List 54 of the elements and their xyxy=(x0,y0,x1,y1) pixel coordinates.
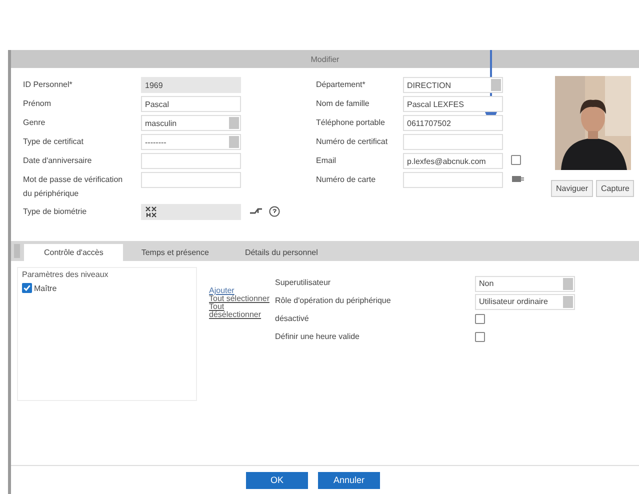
checkbox[interactable] xyxy=(22,283,32,293)
input-field[interactable] xyxy=(403,134,503,150)
checkbox-label: Maître xyxy=(34,284,57,292)
link[interactable]: Tout sélectionner xyxy=(209,295,275,303)
field-label: Superutilisateur xyxy=(275,277,332,289)
field-label: Téléphone portable xyxy=(316,117,386,129)
dropdown[interactable]: Non xyxy=(475,276,575,292)
field-label: Email xyxy=(316,155,338,167)
field-label: Prénom xyxy=(23,98,52,110)
scroll-left-icon[interactable] xyxy=(14,244,20,258)
tab[interactable]: Détails du personnel xyxy=(226,244,336,261)
help-icon[interactable] xyxy=(269,206,280,216)
link[interactable]: Tout désélectionner xyxy=(209,303,275,319)
field-label: Définir une heure valide xyxy=(275,331,360,343)
field-label: désactivé xyxy=(275,313,310,325)
photo-button[interactable]: Capture xyxy=(596,180,634,197)
dropdown[interactable]: DIRECTION xyxy=(403,77,503,93)
input-field[interactable]: 1969 xyxy=(141,77,241,93)
dialog-button[interactable]: Annuler xyxy=(318,472,380,488)
dropdown[interactable]: masculin xyxy=(141,115,241,131)
field-label: Numéro de carte xyxy=(316,174,377,186)
plug-icon[interactable] xyxy=(249,206,263,216)
field-label: Rôle d'opération du périphérique xyxy=(275,295,392,307)
input-field[interactable]: p.lexfes@abcnuk.com xyxy=(403,153,503,169)
field-label: Nom de famille xyxy=(316,98,370,110)
dialog-button[interactable]: OK xyxy=(246,472,308,488)
checkbox[interactable] xyxy=(475,332,485,342)
field-label: Type de certificat xyxy=(23,136,84,148)
dropdown[interactable]: -------- xyxy=(141,134,241,150)
field-label: Date d'anniversaire xyxy=(23,155,93,167)
dropdown[interactable]: Utilisateur ordinaire xyxy=(475,294,575,310)
field-label: Type de biométrie xyxy=(23,206,88,218)
biometric-field[interactable] xyxy=(141,204,241,220)
field-label: Genre xyxy=(23,117,46,129)
input-field[interactable] xyxy=(403,172,503,188)
tab[interactable]: Contrôle d'accès xyxy=(24,244,124,261)
link[interactable]: Ajouter xyxy=(209,287,275,295)
input-field[interactable] xyxy=(141,153,241,169)
panel-legend: Paramètres des niveaux xyxy=(22,270,192,279)
input-field[interactable]: Pascal LEXFES xyxy=(403,96,503,112)
input-field[interactable] xyxy=(141,172,241,188)
field-label: Numéro de certificat xyxy=(316,136,389,148)
biometric-icon xyxy=(145,206,157,218)
field-label: Mot de passe de vérification du périphérique xyxy=(23,174,124,200)
card-reader-icon[interactable] xyxy=(511,174,525,184)
checkbox[interactable] xyxy=(475,314,485,324)
checkbox[interactable] xyxy=(511,155,521,165)
photo-button[interactable]: Naviguer xyxy=(551,180,594,197)
field-label: ID Personnel* xyxy=(23,79,74,91)
input-field[interactable]: Pascal xyxy=(141,96,241,112)
input-field[interactable]: 0611707502 xyxy=(403,115,503,131)
field-label: Département* xyxy=(316,79,366,91)
tab[interactable]: Temps et présence xyxy=(123,244,227,261)
window-title: Modifier xyxy=(310,54,340,64)
